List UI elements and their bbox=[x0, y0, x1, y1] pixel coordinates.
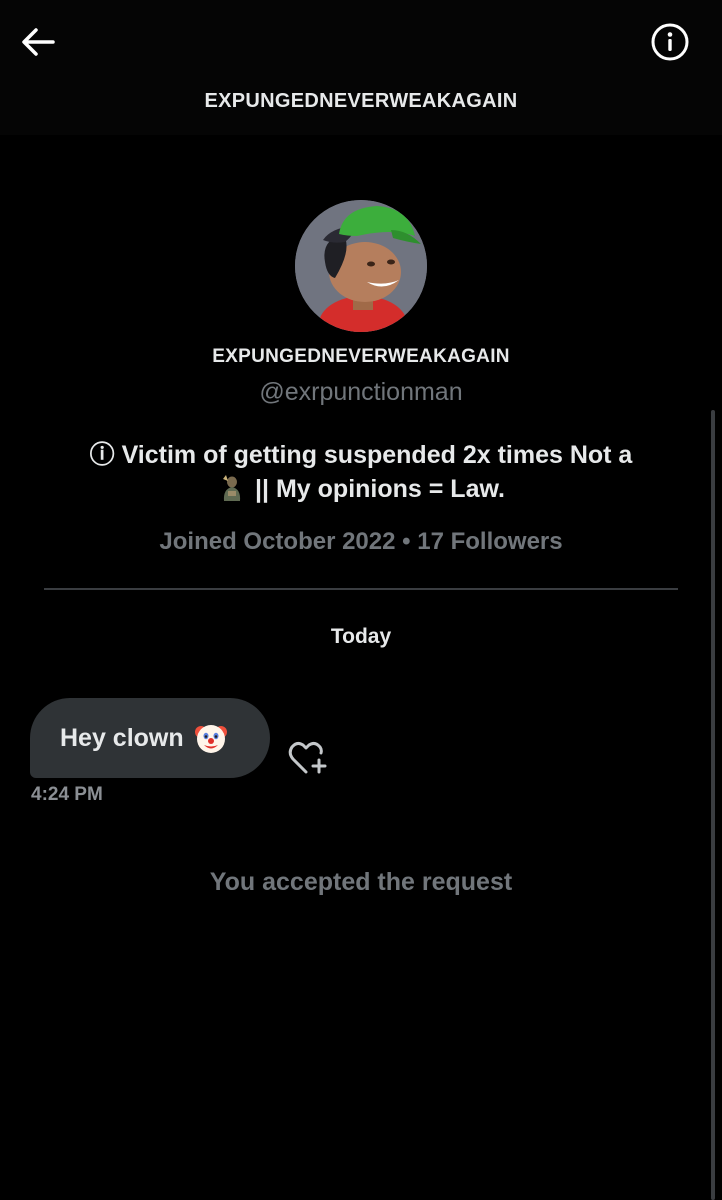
profile-bio: ⓘ Victim of getting suspended 2x times N… bbox=[40, 438, 682, 506]
date-separator: Today bbox=[330, 625, 392, 648]
section-divider bbox=[44, 588, 678, 590]
top-bar: EXPUNGEDNEVERWEAKAGAIN bbox=[0, 0, 722, 135]
conversation-title: EXPUNGEDNEVERWEAKAGAIN bbox=[204, 90, 518, 112]
message-bubble[interactable]: Hey clown bbox=[30, 698, 270, 778]
profile-handle: @exrpunctionman bbox=[259, 378, 463, 406]
scrollbar[interactable] bbox=[711, 410, 715, 1200]
profile-meta: Joined October 2022 • 17 Followers bbox=[159, 528, 563, 555]
bio-line-2-row: || My opinions = Law. bbox=[40, 472, 682, 506]
avatar-image bbox=[295, 200, 427, 332]
arrow-left-icon bbox=[22, 28, 55, 56]
bio-line-1: ⓘ Victim of getting suspended 2x times N… bbox=[89, 441, 633, 469]
system-message: You accepted the request bbox=[209, 868, 513, 896]
profile-avatar[interactable] bbox=[295, 200, 427, 332]
figure-emoji-icon bbox=[223, 475, 241, 501]
info-circle-icon bbox=[651, 23, 689, 61]
message-timestamp: 4:24 PM bbox=[31, 784, 103, 805]
back-button[interactable] bbox=[18, 22, 58, 62]
profile-display-name: EXPUNGEDNEVERWEAKAGAIN bbox=[212, 346, 510, 367]
info-button[interactable] bbox=[648, 20, 692, 64]
heart-plus-icon[interactable] bbox=[286, 738, 330, 778]
message-text: Hey clown bbox=[60, 723, 184, 752]
bio-line-2: || My opinions = Law. bbox=[255, 475, 505, 503]
clown-face-emoji-icon bbox=[194, 725, 227, 753]
